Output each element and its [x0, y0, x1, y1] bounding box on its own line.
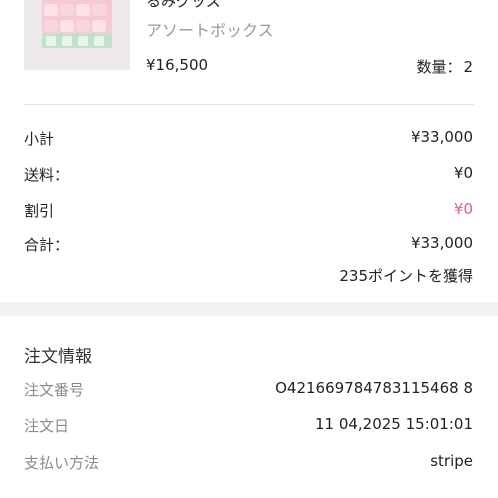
payment-method-label: 支払い方法 [24, 454, 100, 472]
shipping-row: 送料： ¥0 [24, 164, 473, 186]
product-quantity: 数量： 2 [414, 56, 473, 77]
product-name[interactable]: るみグッズ [146, 0, 221, 11]
product-box-illustration [24, 0, 130, 70]
discount-row: 割引 ¥0 [24, 200, 473, 222]
total-label: 合計： [24, 236, 70, 254]
subtotal-label: 小計 [24, 130, 55, 148]
order-number-value[interactable]: O421669784783115468 8 [275, 379, 473, 397]
order-number-label: 注文番号 [24, 381, 85, 399]
subtotal-value: ¥33,000 [410, 128, 473, 146]
quantity-value: 2 [463, 58, 473, 76]
payment-method-value: stripe [430, 452, 473, 470]
order-date-value: 11 04,2025 15:01:01 [314, 415, 473, 433]
section-divider [24, 104, 474, 105]
order-date-label: 注文日 [24, 417, 70, 435]
discount-value: ¥0 [453, 200, 473, 218]
discount-label: 割引 [24, 202, 55, 220]
product-variant: アソートボックス [146, 21, 274, 40]
points-earned: 235ポイントを獲得 [339, 267, 473, 285]
total-value: ¥33,000 [410, 234, 473, 252]
subtotal-row: 小計 ¥33,000 [24, 128, 473, 150]
order-items-card: るみグッズ アソートボックス ¥16,500 数量： 2 小計 ¥33,000 送… [0, 0, 498, 302]
product-image[interactable] [24, 0, 130, 70]
shipping-label: 送料： [24, 166, 70, 184]
shipping-value: ¥0 [453, 164, 473, 182]
quantity-label: 数量： [416, 58, 462, 76]
total-row: 合計： ¥33,000 [24, 234, 473, 256]
product-price: ¥16,500 [146, 56, 209, 74]
order-date-row: 注文日 11 04,2025 15:01:01 [24, 415, 473, 437]
payment-method-row: 支払い方法 stripe [24, 452, 473, 474]
order-number-row: 注文番号 O421669784783115468 8 [24, 379, 473, 401]
order-info-title: 注文情報 [24, 347, 92, 367]
